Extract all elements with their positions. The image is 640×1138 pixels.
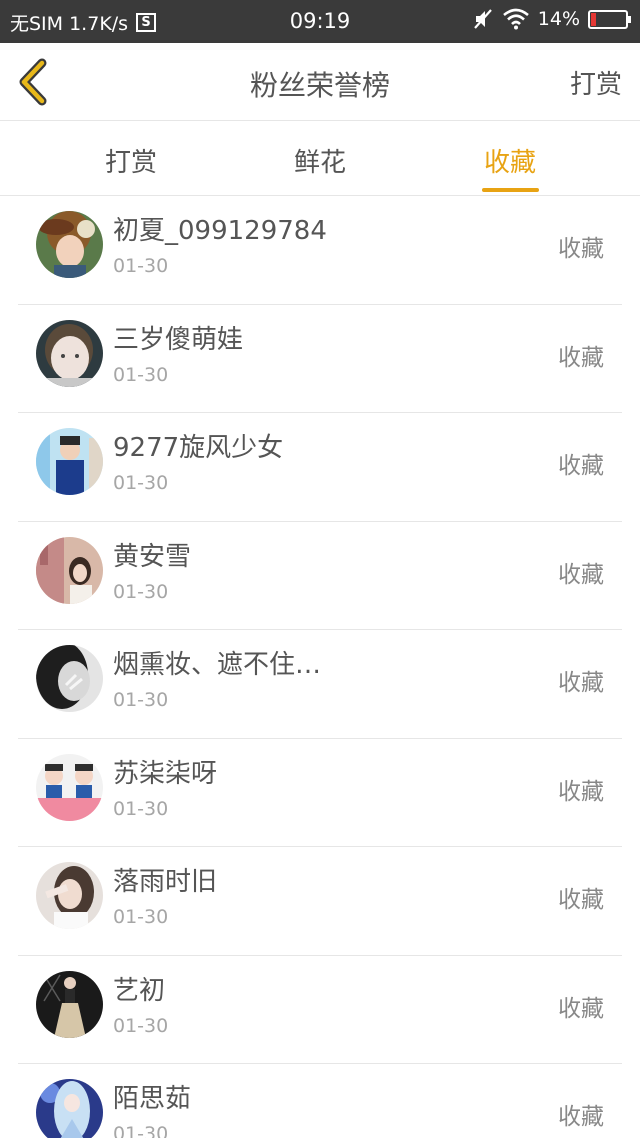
entry-date: 01-30: [113, 689, 169, 711]
fan-name: 初夏_099129784: [113, 216, 327, 246]
list-item[interactable]: 陌思茹 01-30 收藏: [18, 1064, 622, 1138]
battery-level-fill: [591, 12, 596, 26]
list-item[interactable]: 黄安雪 01-30 收藏: [18, 522, 622, 630]
app-header: 粉丝荣誉榜 打赏: [0, 43, 640, 121]
entry-type: 收藏: [558, 670, 604, 696]
list-item[interactable]: 9277旋风少女 01-30 收藏: [18, 413, 622, 522]
entry-type: 收藏: [558, 344, 604, 371]
status-bar: 无SIM 1.7K/s S 09:19 14%: [0, 0, 640, 43]
fan-name: 艺初: [113, 975, 166, 1006]
status-right: 14%: [472, 8, 631, 30]
fan-name: 苏柒柒呀: [113, 758, 218, 789]
page-title: 粉丝荣誉榜: [249, 69, 390, 102]
fan-name: 9277旋风少女: [113, 433, 284, 463]
list-item[interactable]: 苏柒柒呀 01-30 收藏: [18, 739, 622, 847]
avatar: [36, 211, 103, 278]
fan-list: 初夏_099129784 01-30 收藏 三岁傻萌娃 01-30 收藏 927…: [18, 196, 622, 1138]
entry-date: 01-30: [113, 472, 169, 494]
tab-favorites[interactable]: 收藏: [450, 142, 570, 179]
entry-type: 收藏: [558, 887, 604, 913]
fan-name: 黄安雪: [113, 541, 192, 572]
avatar: [36, 536, 103, 604]
entry-date: 01-30: [113, 797, 169, 820]
entry-type: 收藏: [558, 995, 604, 1022]
list-item[interactable]: 烟熏妆、遮不住… 01-30 收藏: [18, 630, 622, 739]
entry-date: 01-30: [113, 1014, 169, 1037]
tab-reward[interactable]: 打赏: [71, 142, 191, 179]
entry-date: 01-30: [113, 255, 169, 277]
tab-flowers[interactable]: 鲜花: [260, 142, 380, 179]
battery-icon: [588, 9, 631, 29]
avatar: [36, 428, 103, 495]
entry-date: 01-30: [113, 906, 169, 928]
avatar: [36, 319, 103, 387]
fan-name: 烟熏妆、遮不住…: [113, 650, 322, 680]
list-item[interactable]: 艺初 01-30 收藏: [18, 956, 622, 1064]
entry-type: 收藏: [558, 778, 604, 805]
avatar: [36, 862, 103, 929]
list-item[interactable]: 落雨时旧 01-30 收藏: [18, 847, 622, 956]
entry-type: 收藏: [558, 453, 604, 479]
list-item[interactable]: 三岁傻萌娃 01-30 收藏: [18, 305, 622, 413]
entry-type: 收藏: [558, 1104, 604, 1130]
avatar: [36, 645, 103, 712]
list-item[interactable]: 初夏_099129784 01-30 收藏: [18, 196, 622, 305]
fan-name: 三岁傻萌娃: [113, 324, 244, 355]
mute-icon: [473, 9, 492, 29]
avatar: [36, 970, 103, 1038]
entry-type: 收藏: [558, 561, 604, 588]
battery-percent: 14%: [537, 8, 580, 30]
active-tab-indicator: [482, 188, 539, 192]
fan-name: 陌思茹: [113, 1084, 192, 1114]
reward-button[interactable]: 打赏: [570, 64, 622, 101]
wifi-icon: [502, 8, 529, 30]
entry-date: 01-30: [113, 580, 169, 603]
fan-name: 落雨时旧: [113, 867, 218, 897]
avatar: [36, 1079, 103, 1138]
entry-type: 收藏: [558, 236, 604, 262]
entry-date: 01-30: [113, 1123, 169, 1138]
entry-date: 01-30: [113, 363, 169, 386]
avatar: [36, 753, 103, 821]
tab-bar: 打赏 鲜花 收藏: [0, 122, 640, 196]
